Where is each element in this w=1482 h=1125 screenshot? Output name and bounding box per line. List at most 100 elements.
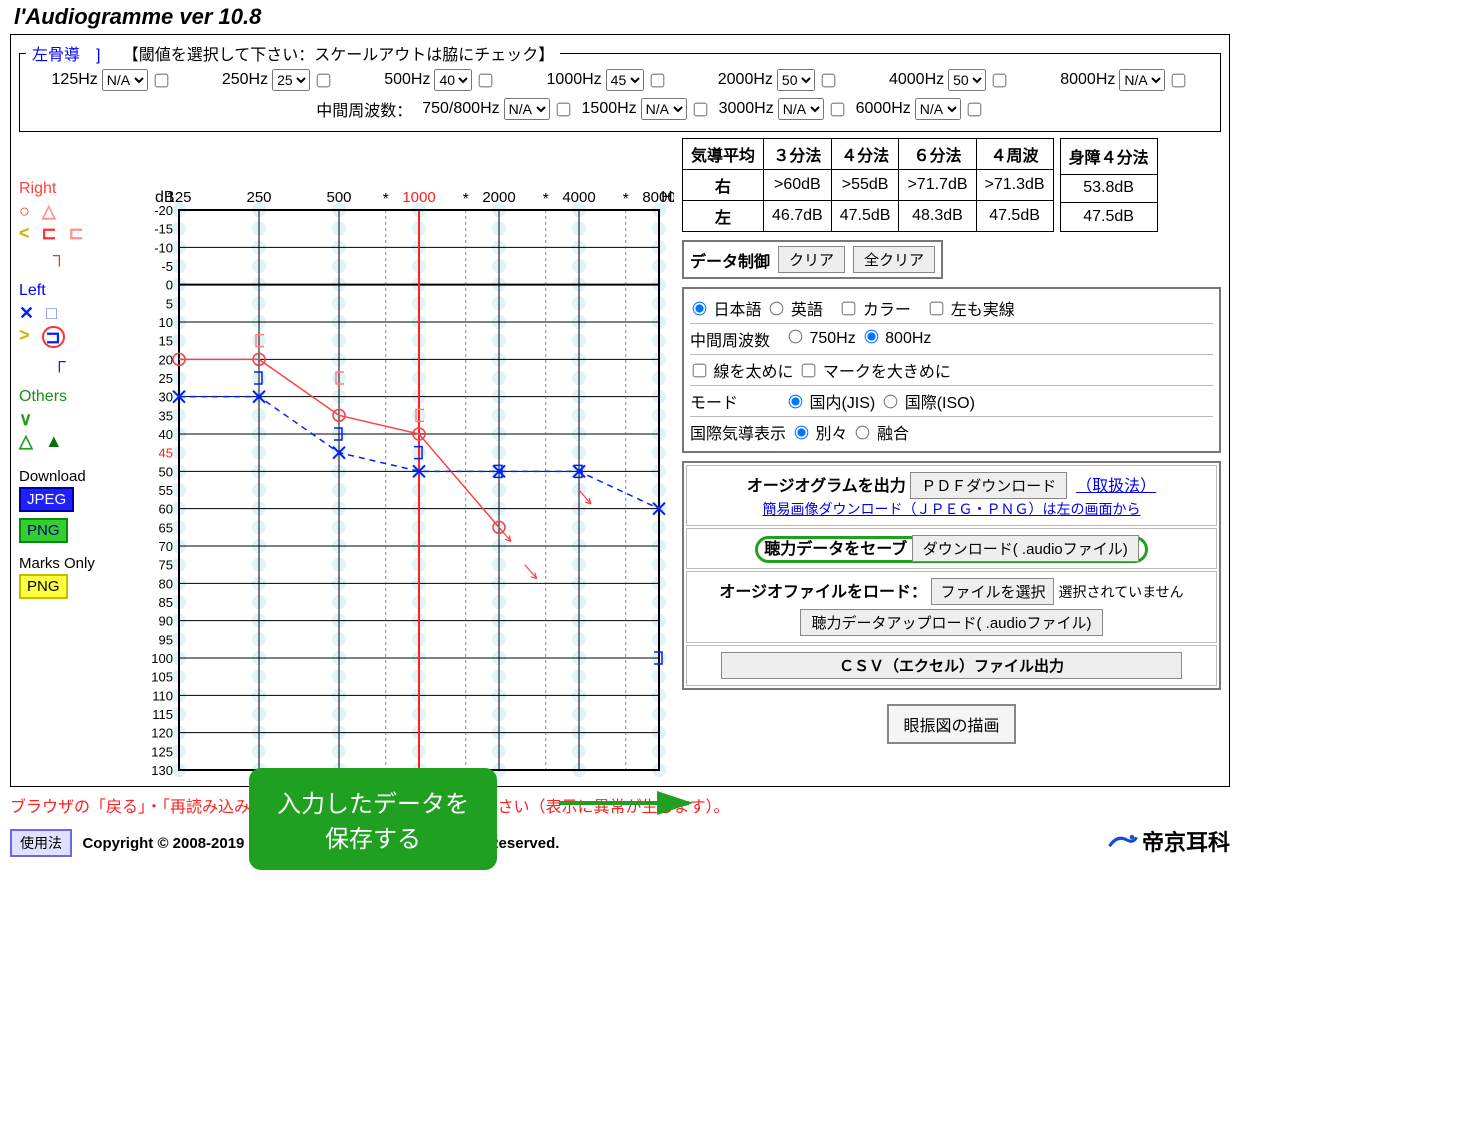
scaleout-125[interactable] (154, 73, 168, 87)
svg-text:25: 25 (159, 371, 173, 386)
callout-arrow-icon (559, 788, 699, 818)
svg-text:10: 10 (159, 315, 173, 330)
download-label: Download (19, 468, 129, 485)
svg-text:115: 115 (152, 707, 173, 722)
scaleout-250[interactable] (317, 73, 331, 87)
svg-text:100: 100 (151, 651, 173, 666)
freq-select-500[interactable]: 40 (434, 69, 472, 91)
save-data-label: 聴力データをセーブ (764, 541, 907, 558)
svg-text:20: 20 (159, 352, 173, 367)
symbol-others-tri-filled-icon: ▲ (45, 432, 63, 450)
scaleout-4000[interactable] (993, 73, 1007, 87)
svg-text:2000: 2000 (482, 189, 515, 206)
svg-text:*: * (463, 191, 469, 208)
freq-select-4000[interactable]: 50 (948, 69, 986, 91)
mode-jis-radio[interactable]: 国内(JIS) (786, 389, 875, 413)
csv-output-button[interactable]: ＣＳＶ（エクセル）ファイル出力 (721, 652, 1183, 679)
download-png-marks-button[interactable]: PNG (19, 574, 68, 599)
thick-lines-checkbox[interactable]: 線を太めに (690, 358, 793, 382)
threshold-fieldset: 左骨導 ] 【閾値を選択して下さい：スケールアウトは脇にチェック】 125HzN… (19, 41, 1221, 132)
midfreq-option-label: 中間周波数 (690, 327, 780, 351)
legend-others-label: Others (19, 388, 129, 406)
output-audiogram-label: オージオグラムを出力 (747, 478, 906, 495)
average-table: 気導平均 ３分法 ４分法 ６分法 ４周波 右>60dB>55dB>71.7dB>… (682, 138, 1054, 232)
lang-jp-radio[interactable]: 日本語 (690, 296, 761, 320)
symbol-left-ac-icon: ✕ (19, 304, 34, 322)
brand-logo: 帝京耳科 (1108, 825, 1230, 857)
choose-file-button[interactable]: ファイルを選択 (931, 578, 1054, 605)
left-solid-checkbox[interactable]: 左も実線 (927, 296, 1014, 320)
freq-select-2000[interactable]: 50 (777, 69, 815, 91)
midfreq-select-6000[interactable]: N/A (915, 98, 961, 120)
symbol-right-ac-icon: ○ (19, 202, 30, 220)
scaleout-500[interactable] (479, 73, 493, 87)
clear-button[interactable]: クリア (778, 246, 845, 273)
callout-line2: 保存する (277, 819, 469, 854)
scaleout-m3000[interactable] (830, 102, 844, 116)
midfreq-select-3000[interactable]: N/A (778, 98, 824, 120)
scaleout-8000[interactable] (1172, 73, 1186, 87)
midfreq-select-750[interactable]: N/A (504, 98, 550, 120)
pdf-download-button[interactable]: ＰＤＦダウンロード (910, 472, 1067, 499)
color-checkbox[interactable]: カラー (839, 296, 910, 320)
intl-merge-radio[interactable]: 融合 (853, 420, 908, 444)
brand-swoosh-icon (1108, 829, 1138, 853)
svg-text:85: 85 (159, 595, 173, 610)
mode-label: モード (690, 389, 780, 413)
svg-text:120: 120 (151, 726, 173, 741)
save-data-highlight: 聴力データをセーブ ダウンロード( .audioファイル) (755, 536, 1148, 563)
svg-text:65: 65 (159, 520, 173, 535)
svg-text:-5: -5 (161, 259, 173, 274)
lang-en-radio[interactable]: 英語 (767, 296, 822, 320)
svg-text:500: 500 (326, 189, 351, 206)
symbol-right-bc-icon: < (19, 224, 30, 242)
scaleout-m750[interactable] (556, 102, 570, 116)
audiogram-chart[interactable]: ****dBHz-20-15-10-5051015202530354045505… (129, 180, 674, 780)
upload-audio-button[interactable]: 聴力データアップロード( .audioファイル) (800, 609, 1102, 636)
midfreq-select-1500[interactable]: N/A (641, 98, 687, 120)
download-audio-button[interactable]: ダウンロード( .audioファイル) (912, 535, 1139, 562)
svg-text:90: 90 (159, 614, 173, 629)
svg-text:35: 35 (159, 408, 173, 423)
svg-text:40: 40 (159, 427, 173, 442)
mid-800-radio[interactable]: 800Hz (862, 330, 932, 348)
legend-left-label: Left (19, 282, 129, 300)
symbol-left-bc-icon: > (19, 326, 30, 348)
freq-select-1000[interactable]: 45 (606, 69, 644, 91)
callout-line1: 入力したデータを (277, 784, 469, 819)
intl-separate-radio[interactable]: 別々 (792, 420, 847, 444)
freq-label: 500Hz (384, 71, 430, 89)
freq-select-250[interactable]: 25 (272, 69, 310, 91)
download-jpeg-button[interactable]: JPEG (19, 487, 74, 512)
scaleout-1000[interactable] (650, 73, 664, 87)
clear-all-button[interactable]: 全クリア (853, 246, 935, 273)
usage-button[interactable]: 使用法 (10, 829, 72, 857)
app-title: l'Audiogramme ver 10.8 (14, 4, 1230, 30)
mid-750-radio[interactable]: 750Hz (786, 330, 856, 348)
svg-text:-15: -15 (154, 222, 173, 237)
big-marks-checkbox[interactable]: マークを大きめに (799, 358, 950, 382)
nystagmus-button[interactable]: 眼振図の描画 (887, 704, 1015, 744)
svg-text:110: 110 (152, 688, 173, 703)
freq-select-8000[interactable]: N/A (1119, 69, 1165, 91)
easy-image-link[interactable]: 簡易画像ダウンロード（ＪＰＥＧ・ＰＮＧ）は左の画面から (763, 501, 1141, 517)
manual-link[interactable]: （取扱法） (1076, 478, 1156, 495)
svg-text:-10: -10 (154, 240, 173, 255)
mode-iso-radio[interactable]: 国際(ISO) (881, 389, 975, 413)
freq-label: 250Hz (222, 71, 268, 89)
load-audio-label: オージオファイルをロード： (719, 584, 927, 601)
freq-select-125[interactable]: N/A (102, 69, 148, 91)
svg-text:4000: 4000 (562, 189, 595, 206)
symbol-right-ac-masked-icon: △ (42, 202, 56, 220)
options-panel: 日本語 英語 カラー 左も実線 中間周波数 750Hz 800Hz 線を太めに … (682, 287, 1221, 453)
scaleout-m1500[interactable] (693, 102, 707, 116)
svg-text:60: 60 (159, 502, 173, 517)
no-file-label: 選択されていません (1058, 582, 1183, 602)
threshold-instruction: 【閾値を選択して下さい：スケールアウトは脇にチェック】 (123, 47, 555, 64)
svg-text:0: 0 (166, 278, 173, 293)
scaleout-2000[interactable] (822, 73, 836, 87)
scaleout-m6000[interactable] (967, 102, 981, 116)
download-png-button[interactable]: PNG (19, 518, 68, 543)
disability-avg-table: 身障４分法 53.8dB 47.5dB (1060, 138, 1158, 232)
svg-text:5: 5 (166, 296, 173, 311)
